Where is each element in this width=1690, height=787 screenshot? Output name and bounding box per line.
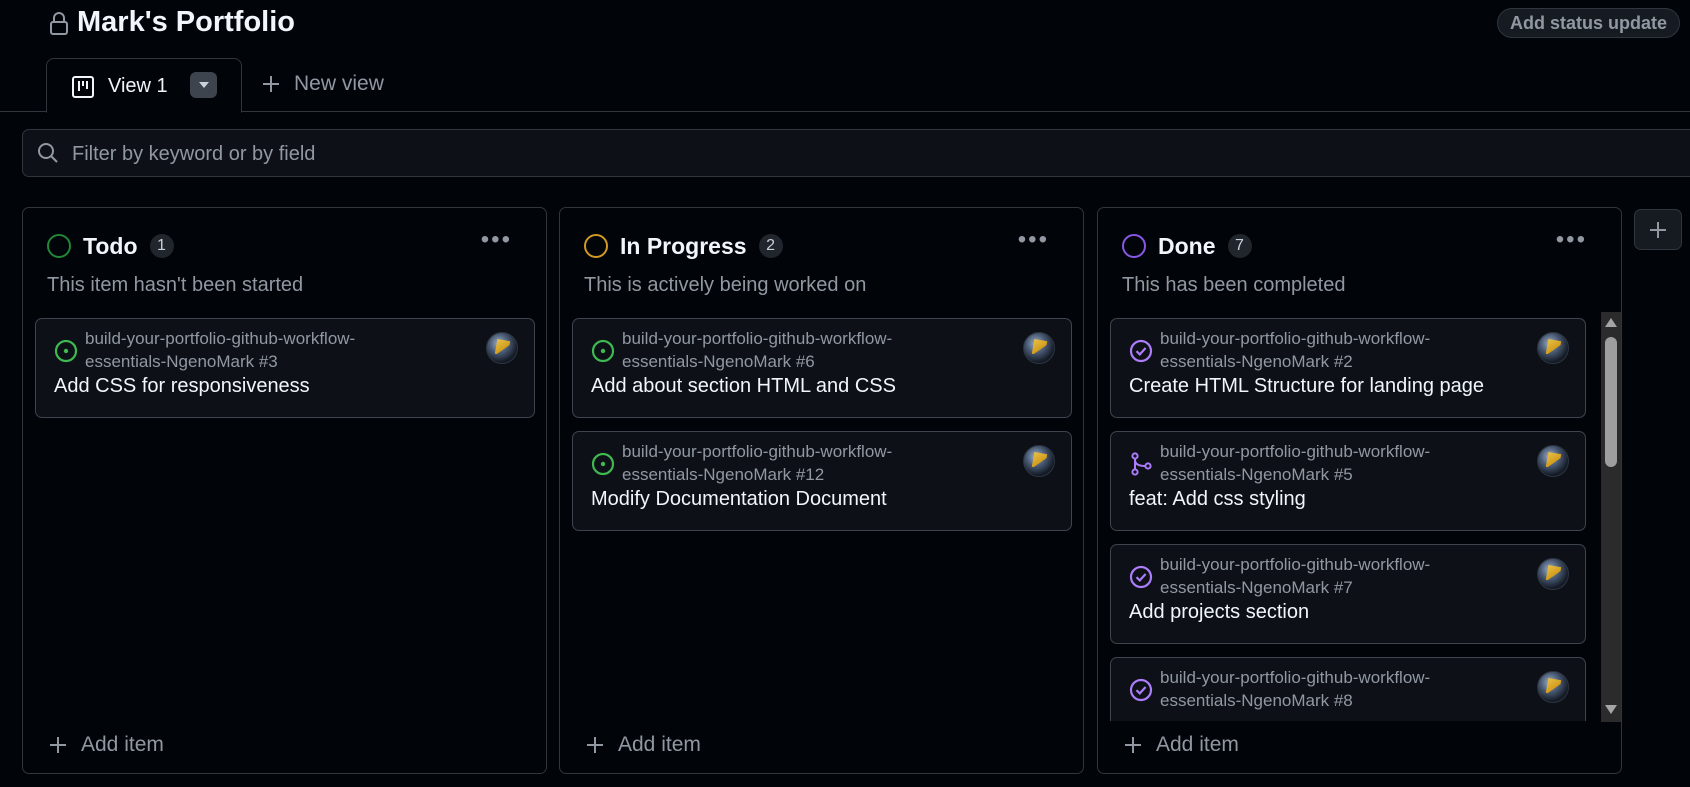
column-in-progress: In Progress 2 ••• This is actively being… (559, 207, 1084, 774)
avatar[interactable] (1537, 558, 1569, 590)
column-done: Done 7 ••• This has been completed build… (1097, 207, 1622, 774)
column-menu-button[interactable]: ••• (481, 226, 512, 254)
plus-icon (1650, 221, 1666, 238)
column-todo: Todo 1 ••• This item hasn't been started… (22, 207, 547, 774)
add-item-button[interactable]: Add item (1124, 733, 1239, 757)
card-title[interactable]: feat: Add css styling (1129, 488, 1306, 511)
column-name: In Progress (620, 232, 747, 259)
plus-icon (587, 737, 603, 753)
card[interactable]: build-your-portfolio-github-workflow-ess… (572, 318, 1072, 418)
open-issue-icon (591, 452, 615, 476)
avatar[interactable] (1537, 671, 1569, 703)
triangle-down-icon (198, 82, 209, 88)
add-item-button[interactable]: Add item (49, 733, 164, 757)
closed-issue-icon (1129, 678, 1153, 702)
card-title[interactable]: Add about section HTML and CSS (591, 375, 896, 398)
plus-icon (50, 737, 66, 753)
filter-placeholder: Filter by keyword or by field (72, 143, 316, 165)
column-name: Todo (83, 232, 138, 259)
board-icon (72, 76, 94, 98)
filter-input[interactable]: Filter by keyword or by field (22, 129, 1690, 177)
card[interactable]: build-your-portfolio-github-workflow-ess… (35, 318, 535, 418)
card-title[interactable]: Create HTML Structure for landing page (1129, 375, 1484, 398)
card-title[interactable]: Add projects section (1129, 601, 1309, 624)
status-circle-icon (47, 234, 71, 258)
avatar[interactable] (486, 332, 518, 364)
card[interactable]: build-your-portfolio-github-workflow-ess… (1110, 657, 1586, 721)
scroll-down-arrow-icon[interactable] (1605, 705, 1617, 714)
column-description: This has been completed (1122, 274, 1346, 296)
closed-issue-icon (1129, 339, 1153, 363)
add-status-update-button[interactable]: Add status update (1496, 8, 1680, 38)
add-item-label: Add item (618, 733, 701, 756)
plus-icon (1125, 737, 1141, 753)
card-repo[interactable]: build-your-portfolio-github-workflow-ess… (1160, 440, 1500, 486)
project-header: Mark's Portfolio Add status update View … (0, 0, 1690, 113)
add-item-label: Add item (1156, 733, 1239, 756)
status-circle-icon (584, 234, 608, 258)
tab-view-1[interactable]: View 1 (46, 58, 242, 113)
scroll-up-arrow-icon[interactable] (1605, 318, 1617, 327)
card-repo[interactable]: build-your-portfolio-github-workflow-ess… (1160, 327, 1500, 373)
avatar[interactable] (1023, 445, 1055, 477)
add-column-button[interactable] (1634, 209, 1682, 250)
status-circle-icon (1122, 234, 1146, 258)
search-icon (38, 143, 58, 163)
column-menu-button[interactable]: ••• (1556, 226, 1587, 254)
column-menu-button[interactable]: ••• (1018, 226, 1049, 254)
card[interactable]: build-your-portfolio-github-workflow-ess… (572, 431, 1072, 531)
card[interactable]: build-your-portfolio-github-workflow-ess… (1110, 544, 1586, 644)
column-description: This item hasn't been started (47, 274, 304, 296)
card-repo[interactable]: build-your-portfolio-github-workflow-ess… (1160, 666, 1500, 712)
open-issue-icon (54, 339, 78, 363)
plus-icon (263, 76, 279, 92)
open-issue-icon (591, 339, 615, 363)
card-repo[interactable]: build-your-portfolio-github-workflow-ess… (622, 327, 962, 373)
card-list-scrollbar[interactable] (1601, 312, 1621, 722)
avatar[interactable] (1023, 332, 1055, 364)
item-count-badge: 2 (758, 234, 783, 258)
add-item-label: Add item (81, 733, 164, 756)
column-name: Done (1158, 232, 1216, 259)
new-view-button[interactable]: New view (262, 72, 384, 96)
item-count-badge: 7 (1227, 234, 1252, 258)
project-title: Mark's Portfolio (77, 6, 295, 38)
scrollbar-thumb[interactable] (1605, 337, 1617, 467)
card-repo[interactable]: build-your-portfolio-github-workflow-ess… (85, 327, 425, 373)
closed-issue-icon (1129, 565, 1153, 589)
avatar[interactable] (1537, 332, 1569, 364)
lock-icon (50, 12, 68, 35)
card[interactable]: build-your-portfolio-github-workflow-ess… (1110, 431, 1586, 531)
card-repo[interactable]: build-your-portfolio-github-workflow-ess… (622, 440, 962, 486)
column-description: This is actively being worked on (584, 274, 867, 296)
view-options-dropdown[interactable] (190, 72, 217, 98)
item-count-badge: 1 (149, 234, 174, 258)
card[interactable]: build-your-portfolio-github-workflow-ess… (1110, 318, 1586, 418)
new-view-label: New view (294, 72, 384, 95)
tab-label: View 1 (108, 75, 168, 97)
card-title[interactable]: Modify Documentation Document (591, 488, 887, 511)
merged-pr-icon (1131, 452, 1152, 476)
add-item-button[interactable]: Add item (586, 733, 701, 757)
card-repo[interactable]: build-your-portfolio-github-workflow-ess… (1160, 553, 1500, 599)
avatar[interactable] (1537, 445, 1569, 477)
card-list: build-your-portfolio-github-workflow-ess… (1098, 308, 1598, 721)
card-title[interactable]: Add CSS for responsiveness (54, 375, 310, 398)
